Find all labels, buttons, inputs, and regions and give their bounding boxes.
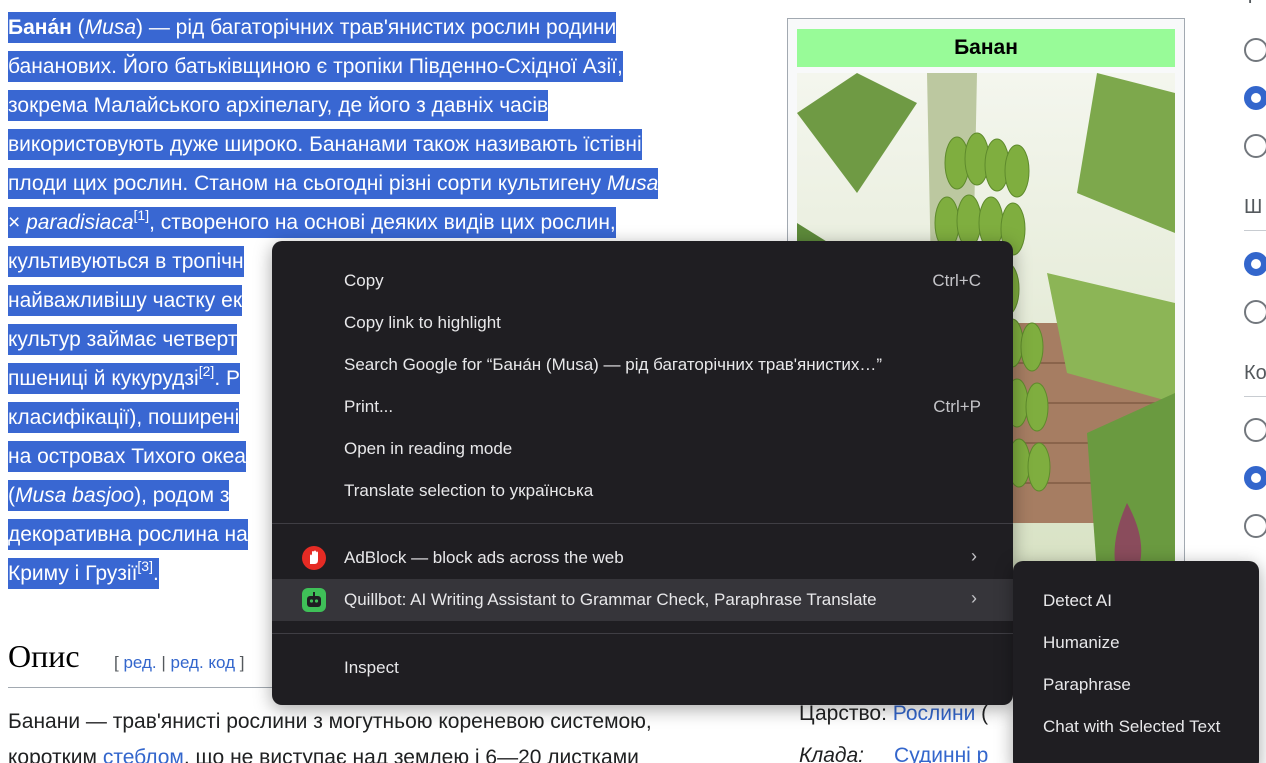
quillbot-robot-icon	[302, 588, 326, 612]
text-run: . Р	[214, 367, 240, 390]
text-run: Криму і Грузії	[8, 562, 138, 585]
selected-text: пшениці й кукурудзі[2]. Р	[8, 363, 240, 394]
width-radio-wide[interactable]	[1244, 300, 1266, 324]
text-run: пшениці й кукурудзі	[8, 367, 199, 390]
text-run: плоди цих рослин. Станом на сьогодні різ…	[8, 172, 607, 195]
section-edit-links: [ ред. | ред. код ]	[114, 653, 245, 672]
menu-item-print[interactable]: Print... Ctrl+P	[272, 386, 1013, 428]
submenu-item-paraphrase[interactable]: Paraphrase	[1013, 664, 1259, 706]
color-radio-auto[interactable]	[1244, 418, 1266, 442]
menu-separator	[272, 523, 1013, 524]
infobox-kingdom-row: Царство: Рослини (	[799, 702, 989, 725]
text-size-radio-large[interactable]	[1244, 134, 1266, 158]
text-run: класифікації), поширені	[8, 406, 240, 429]
panel-text-size-label: Т	[1244, 0, 1256, 9]
selected-text: на островах Тихого океа	[8, 441, 246, 472]
text-run: використовують дуже широко. Бананами так…	[8, 133, 642, 156]
context-menu: Copy Ctrl+C Copy link to highlight Searc…	[272, 241, 1013, 705]
text-run: декоративна рослина на	[8, 523, 248, 546]
menu-item-inspect[interactable]: Inspect	[272, 647, 1013, 689]
article-line: × paradisiaca[1], створеного на основі д…	[8, 203, 768, 242]
edit-source-link[interactable]: ред. код	[171, 653, 236, 672]
kingdom-link[interactable]: Рослини	[893, 702, 976, 725]
text-run: культивуються в тропічн	[8, 250, 244, 273]
menu-item-translate-selection[interactable]: Translate selection to українська	[272, 470, 1013, 512]
text-run: культур займає четверт	[8, 328, 238, 351]
menu-item-copy[interactable]: Copy Ctrl+C	[272, 260, 1013, 302]
panel-divider	[1244, 396, 1266, 397]
panel-width-label: Ш	[1244, 196, 1263, 218]
menu-item-quillbot[interactable]: Quillbot: AI Writing Assistant to Gramma…	[272, 579, 1013, 621]
submenu-item-detect-ai[interactable]: Detect AI	[1013, 580, 1259, 622]
article-line: плоди цих рослин. Станом на сьогодні різ…	[8, 164, 768, 203]
menu-item-copy-link-to-highlight[interactable]: Copy link to highlight	[272, 302, 1013, 344]
selected-text: зокрема Малайського архіпелагу, де його …	[8, 90, 549, 121]
description-paragraph: Банани — трав'янисті рослини з могутньою…	[8, 704, 768, 763]
article-line: бананових. Його батьківщиною є тропіки П…	[8, 47, 768, 86]
color-radio-dark[interactable]	[1244, 514, 1266, 538]
selected-text: культивуються в тропічн	[8, 246, 244, 277]
text-run: на островах Тихого океа	[8, 445, 246, 468]
selected-text: (Musa basjoo), родом з	[8, 480, 230, 511]
text-run: , створеного на основі деяких видів цих …	[149, 211, 616, 234]
text-run: Бана́н	[8, 16, 72, 39]
selected-text: Криму і Грузії[3].	[8, 558, 159, 589]
footnote-ref[interactable]: [3]	[137, 558, 153, 574]
infobox-clade-row: Клада: Судинні р	[799, 744, 988, 763]
submenu-item-chat-selected-text[interactable]: Chat with Selected Text	[1013, 706, 1259, 748]
selected-text: використовують дуже широко. Бананами так…	[8, 129, 642, 160]
text-run: Musa	[84, 16, 137, 39]
text-run: бананових. Його батьківщиною є тропіки П…	[8, 55, 623, 78]
selected-text: культур займає четверт	[8, 324, 238, 355]
text-run: Musa	[606, 172, 659, 195]
text-run: ), родом з	[134, 484, 230, 507]
infobox-title: Банан	[797, 29, 1175, 67]
selected-text: × paradisiaca[1], створеного на основі д…	[8, 207, 616, 238]
adblock-hand-icon	[302, 546, 326, 570]
chevron-right-icon: ›	[971, 546, 977, 566]
selected-text: Бана́н (Musa) — рід багаторічних трав'ян…	[8, 12, 617, 43]
edit-link[interactable]: ред.	[123, 653, 156, 672]
selected-text: декоративна рослина на	[8, 519, 248, 550]
article-line: зокрема Малайського архіпелагу, де його …	[8, 86, 768, 125]
article-line: використовують дуже широко. Бананами так…	[8, 125, 768, 164]
width-radio-standard[interactable]	[1244, 252, 1266, 276]
menu-item-search-google[interactable]: Search Google for “Бана́н (Musa) — рід б…	[272, 344, 1013, 386]
menu-separator	[272, 633, 1013, 634]
article-line: Бана́н (Musa) — рід багаторічних трав'ян…	[8, 8, 768, 47]
text-run: (	[71, 16, 85, 39]
text-size-radio-small[interactable]	[1244, 38, 1266, 62]
selected-text: найважливішу частку ек	[8, 285, 243, 316]
text-run: (	[8, 484, 15, 507]
chevron-right-icon: ›	[971, 588, 977, 608]
text-run: paradisiaca	[26, 211, 134, 234]
menu-item-reading-mode[interactable]: Open in reading mode	[272, 428, 1013, 470]
section-title: Опис	[8, 638, 80, 674]
clade-link[interactable]: Судинні р	[894, 744, 988, 763]
text-size-radio-standard[interactable]	[1244, 86, 1266, 110]
panel-divider	[1244, 230, 1266, 231]
panel-color-label: Ко	[1244, 362, 1266, 384]
selected-text: плоди цих рослин. Станом на сьогодні різ…	[8, 168, 659, 199]
selected-text: класифікації), поширені	[8, 402, 240, 433]
text-run: зокрема Малайського архіпелагу, де його …	[8, 94, 549, 117]
footnote-ref[interactable]: [1]	[134, 207, 150, 223]
text-run: найважливішу частку ек	[8, 289, 243, 312]
footnote-ref[interactable]: [2]	[199, 363, 215, 379]
quillbot-submenu: Detect AI Humanize Paraphrase Chat with …	[1013, 561, 1259, 763]
menu-item-adblock[interactable]: AdBlock — block ads across the web ›	[272, 537, 1013, 579]
selected-text: бананових. Його батьківщиною є тропіки П…	[8, 51, 623, 82]
color-radio-light[interactable]	[1244, 466, 1266, 490]
text-run: .	[153, 562, 159, 585]
text-run: Musa basjoo	[15, 484, 135, 507]
stem-link[interactable]: стеблом	[103, 746, 184, 763]
submenu-item-humanize[interactable]: Humanize	[1013, 622, 1259, 664]
text-run: ×	[8, 211, 27, 234]
text-run: ) — рід багаторічних трав'янистих рослин…	[136, 16, 617, 39]
